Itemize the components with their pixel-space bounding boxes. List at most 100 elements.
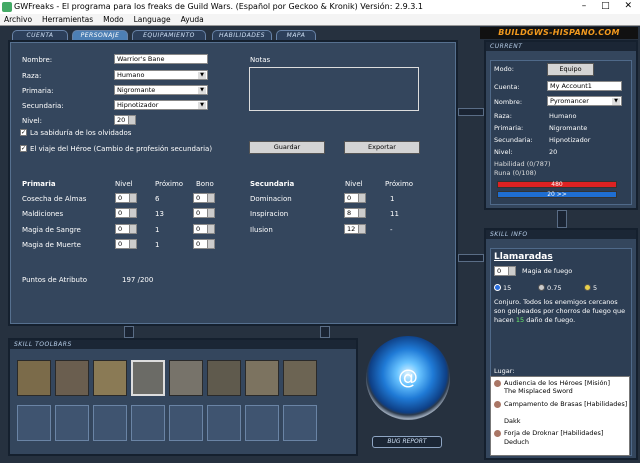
attr-level-stepper[interactable]: 0	[115, 224, 137, 234]
window-title: GWFreaks - El programa para los freaks d…	[14, 2, 423, 11]
tab-cuenta[interactable]: CUENTA	[12, 30, 68, 40]
runa-count: Runa (0/108)	[494, 169, 537, 177]
skill-slot[interactable]	[55, 360, 89, 396]
tab-personaje[interactable]: PERSONAJE	[72, 30, 128, 40]
sec-attr-level-stepper[interactable]: 12	[344, 224, 366, 234]
attr-bono-stepper[interactable]: 0	[193, 224, 215, 234]
menu-archivo[interactable]: Archivo	[4, 15, 32, 24]
puntos-label: Puntos de Atributo	[22, 276, 87, 284]
skill-slot[interactable]	[283, 360, 317, 396]
attr-bono-stepper[interactable]: 0	[193, 208, 215, 218]
window-controls[interactable]: – □ ✕	[582, 1, 638, 11]
skill-slot[interactable]	[17, 360, 51, 396]
menu-modo[interactable]: Modo	[103, 15, 123, 24]
empty-skill-slot[interactable]	[245, 405, 279, 441]
skill-attribute: Magia de fuego	[522, 267, 573, 275]
lugar-list[interactable]: Audiencia de los Héroes [Misión] The Mis…	[490, 376, 630, 456]
sec-attr-proximo: 1	[390, 195, 395, 203]
empty-skill-slot[interactable]	[131, 405, 165, 441]
skill-slot[interactable]	[245, 360, 279, 396]
attr-level-stepper[interactable]: 0	[115, 193, 137, 203]
menu-ayuda[interactable]: Ayuda	[181, 15, 204, 24]
nombre-label: Nombre:	[22, 56, 53, 64]
empty-skill-slot[interactable]	[55, 405, 89, 441]
sec-attr-proximo: 11	[390, 210, 399, 218]
attr-level-stepper[interactable]: 0	[115, 239, 137, 249]
secundaria-header: Secundaria	[250, 180, 295, 188]
skill-energy-cost: 15	[503, 284, 512, 292]
location-icon	[494, 380, 501, 387]
notas-textarea[interactable]	[249, 67, 419, 111]
current-nombre-select[interactable]: Pyromancer	[547, 96, 622, 106]
attr-name: Magia de Muerte	[22, 241, 81, 249]
sabiduria-label: La sabiduría de los olvidados	[30, 129, 132, 137]
skill-slot[interactable]	[93, 360, 127, 396]
empty-skill-slot[interactable]	[17, 405, 51, 441]
sec-attr-name: Dominacion	[250, 195, 292, 203]
attr-proximo: 13	[155, 210, 164, 218]
lugar-item: Audiencia de los Héroes [Misión]	[504, 379, 611, 387]
modo-label: Modo:	[494, 65, 514, 73]
raza-select[interactable]: Humano	[114, 70, 208, 80]
lugar-label: Lugar:	[494, 367, 515, 375]
menu-herramientas[interactable]: Herramientas	[42, 15, 93, 24]
skill-desc-tail: daño de fuego.	[526, 316, 576, 324]
empty-skill-slot[interactable]	[283, 405, 317, 441]
nombre-input[interactable]: Warrior's Bane	[114, 54, 208, 64]
sec-attr-level-stepper[interactable]: 8	[344, 208, 366, 218]
raza-label: Raza:	[22, 72, 42, 80]
sec-attr-proximo: -	[390, 226, 393, 234]
viaje-heroe-checkbox[interactable]: ✓	[20, 145, 27, 152]
lugar-item-boss: Deduch	[504, 438, 529, 446]
menu-language[interactable]: Language	[134, 15, 171, 24]
primaria-header: Primaria	[22, 180, 56, 188]
current-nivel-value: 20	[549, 148, 558, 156]
exportar-button[interactable]: Exportar	[344, 141, 420, 154]
app-icon	[2, 2, 12, 12]
guardar-button[interactable]: Guardar	[249, 141, 325, 154]
attr-name: Magia de Sangre	[22, 226, 81, 234]
secundaria-select[interactable]: Hipnotizador	[114, 100, 208, 110]
sec-proximo-header: Próximo	[385, 180, 414, 188]
skill-recharge: 5	[593, 284, 598, 292]
lugar-item: Forja de Droknar [Habilidades]	[504, 429, 604, 437]
skill-slot[interactable]	[207, 360, 241, 396]
proximo-header: Próximo	[155, 180, 184, 188]
spiral-icon: @	[398, 365, 418, 389]
skill-desc-line1: Conjuro. Todos los enemigos cercanos	[494, 298, 618, 306]
cuenta-field[interactable]: My Account1	[547, 81, 622, 91]
tab-equipamiento[interactable]: EQUIPAMIENTO	[132, 30, 206, 40]
skill-desc-line3: hacen 15 daño de fuego.	[494, 316, 575, 324]
attr-level-stepper[interactable]: 0	[115, 208, 137, 218]
orb-logo[interactable]: @	[366, 336, 450, 420]
nivel-stepper[interactable]: 20	[114, 115, 136, 125]
location-icon	[494, 401, 501, 408]
primaria-select[interactable]: Nigromante	[114, 85, 208, 95]
bug-report-button[interactable]: BUG REPORT	[372, 436, 442, 448]
empty-skill-slot[interactable]	[169, 405, 203, 441]
skill-slot[interactable]	[169, 360, 203, 396]
notas-label: Notas	[250, 56, 271, 64]
tab-habilidades[interactable]: HABILIDADES	[212, 30, 272, 40]
nivel-header: Nivel	[115, 180, 133, 188]
lugar-item-boss: Dakk	[504, 417, 521, 425]
attr-proximo: 1	[155, 226, 160, 234]
habilidad-count: Habilidad (0/787)	[494, 160, 551, 168]
energy-bar: 20 >>	[497, 191, 617, 198]
viaje-heroe-label: El viaje del Héroe (Cambio de profesión …	[30, 145, 213, 153]
energy-icon	[494, 284, 501, 291]
attr-bono-stepper[interactable]: 0	[193, 193, 215, 203]
skill-level-stepper[interactable]: 0	[494, 266, 516, 276]
brand-logo: BUILDGWS-HISPANO.COM	[480, 27, 638, 39]
empty-skill-slot[interactable]	[207, 405, 241, 441]
sabiduria-checkbox[interactable]: ✓	[20, 129, 27, 136]
tab-mapa[interactable]: MAPA	[276, 30, 316, 40]
empty-skill-slot[interactable]	[93, 405, 127, 441]
current-raza-label: Raza:	[494, 112, 512, 120]
skill-desc-hacen: hacen	[494, 316, 514, 324]
attr-bono-stepper[interactable]: 0	[193, 239, 215, 249]
sec-attr-level-stepper[interactable]: 0	[344, 193, 366, 203]
pipe-connector	[320, 326, 330, 338]
skill-slot-selected[interactable]	[131, 360, 165, 396]
modo-equipo-button[interactable]: Equipo	[547, 63, 594, 76]
